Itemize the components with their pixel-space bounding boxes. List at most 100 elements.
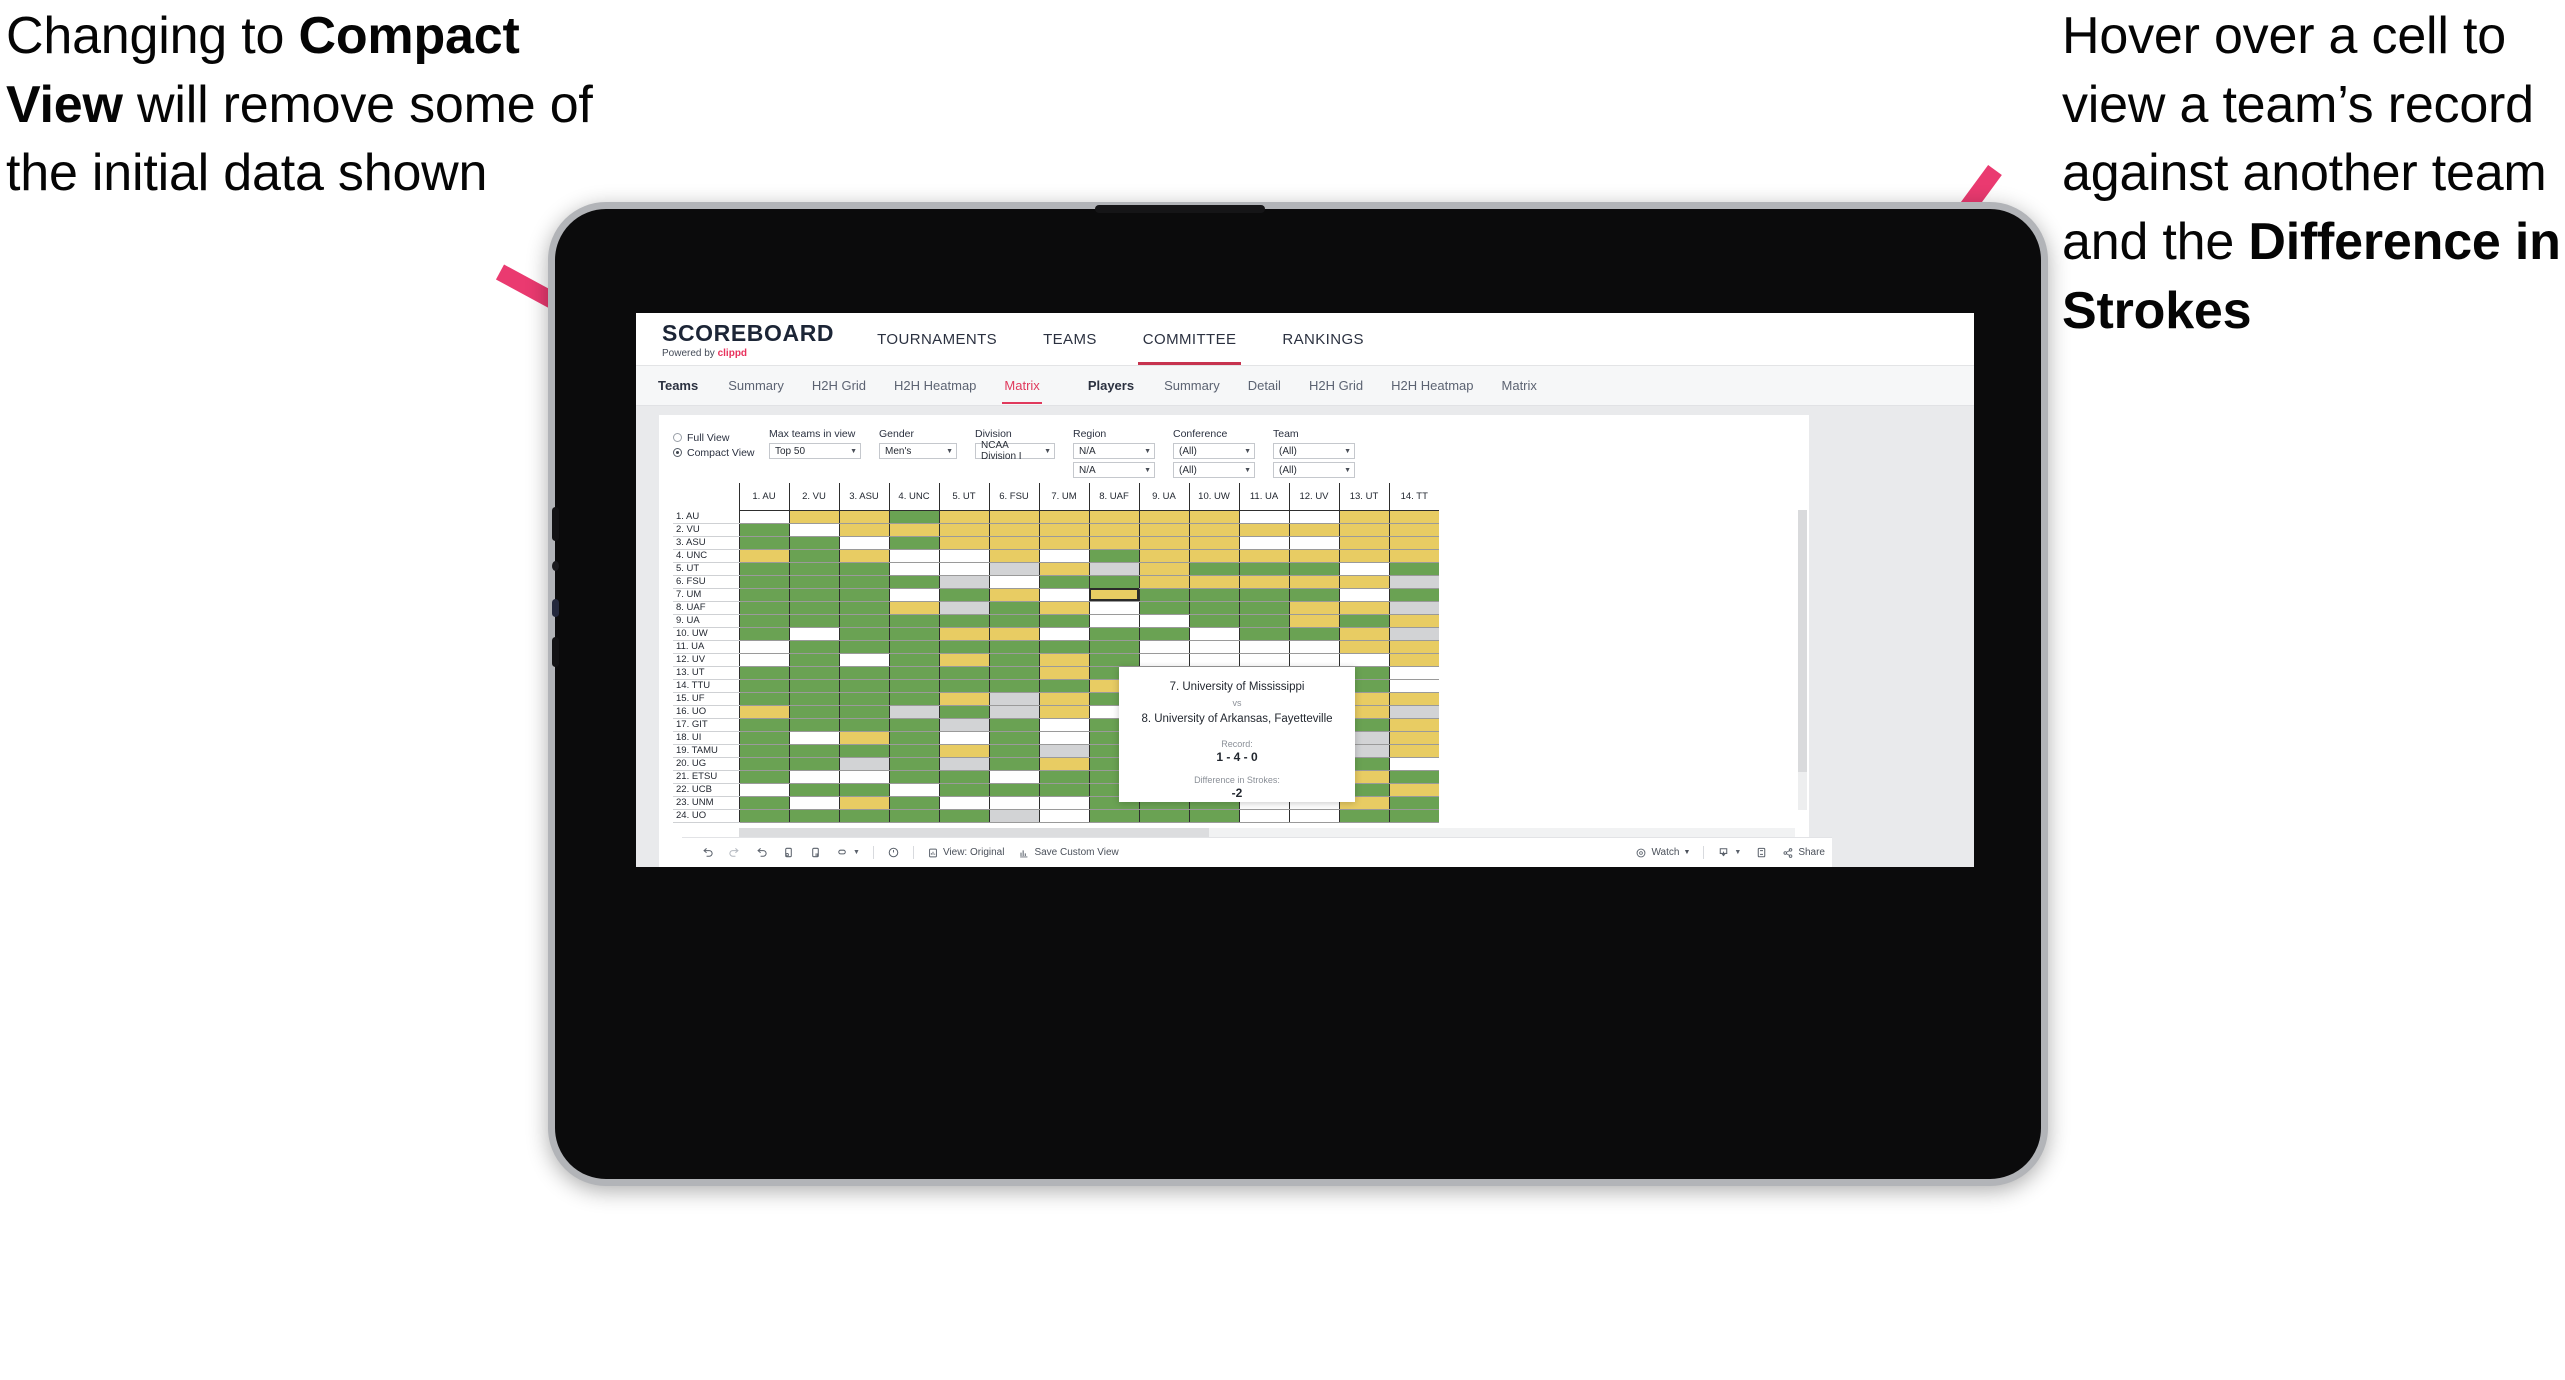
matrix-cell[interactable]: [788, 679, 839, 693]
matrix-cell[interactable]: [738, 549, 789, 563]
pause-updates-button[interactable]: [802, 846, 829, 859]
matrix-cell[interactable]: [738, 575, 789, 589]
matrix-cell[interactable]: [1188, 549, 1239, 563]
matrix-cell[interactable]: [1338, 627, 1389, 641]
matrix-cell[interactable]: [788, 536, 839, 550]
matrix-cell[interactable]: [888, 731, 939, 745]
matrix-cell[interactable]: [1288, 640, 1339, 654]
matrix-cell[interactable]: [988, 718, 1039, 732]
matrix-column-header[interactable]: 1. AU: [738, 483, 789, 511]
matrix-cell[interactable]: [1038, 744, 1089, 758]
matrix-cell[interactable]: [1338, 614, 1389, 628]
matrix-cell[interactable]: [1288, 536, 1339, 550]
matrix-cell[interactable]: [1038, 783, 1089, 797]
matrix-cell[interactable]: [1088, 601, 1139, 615]
matrix-cell[interactable]: [738, 731, 789, 745]
matrix-cell[interactable]: [1338, 575, 1389, 589]
matrix-cell[interactable]: [1038, 692, 1089, 706]
matrix-cell[interactable]: [838, 757, 889, 771]
matrix-cell[interactable]: [1188, 562, 1239, 576]
matrix-row-header[interactable]: 23. UNM: [673, 796, 739, 810]
matrix-cell[interactable]: [1188, 588, 1239, 602]
matrix-cell[interactable]: [888, 627, 939, 641]
subtab-players-h2h-grid[interactable]: H2H Grid: [1295, 378, 1377, 393]
matrix-cell[interactable]: [1038, 549, 1089, 563]
matrix-cell[interactable]: [1088, 627, 1139, 641]
matrix-column-header[interactable]: 8. UAF: [1088, 483, 1139, 511]
matrix-cell[interactable]: [838, 562, 889, 576]
matrix-cell[interactable]: [738, 718, 789, 732]
matrix-cell[interactable]: [938, 666, 989, 680]
matrix-cell[interactable]: [888, 562, 939, 576]
tablet-button-volume[interactable]: [552, 637, 559, 667]
matrix-cell[interactable]: [1088, 523, 1139, 537]
matrix-column-header[interactable]: 6. FSU: [988, 483, 1039, 511]
matrix-cell[interactable]: [1138, 536, 1189, 550]
matrix-cell[interactable]: [1038, 640, 1089, 654]
matrix-cell[interactable]: [1388, 744, 1439, 758]
matrix-row-header[interactable]: 3. ASU: [673, 536, 739, 550]
matrix-cell[interactable]: [888, 653, 939, 667]
matrix-cell[interactable]: [988, 549, 1039, 563]
watch-button[interactable]: Watch ▼: [1628, 847, 1697, 859]
matrix-cell[interactable]: [838, 640, 889, 654]
matrix-cell[interactable]: [1238, 523, 1289, 537]
matrix-row-header[interactable]: 22. UCB: [673, 783, 739, 797]
matrix-cell[interactable]: [738, 640, 789, 654]
nav-tab-teams[interactable]: TEAMS: [1020, 313, 1120, 365]
matrix-cell[interactable]: [938, 536, 989, 550]
matrix-cell[interactable]: [1388, 562, 1439, 576]
matrix-cell[interactable]: [888, 666, 939, 680]
matrix-cell[interactable]: [888, 757, 939, 771]
matrix-cell[interactable]: [788, 731, 839, 745]
matrix-cell[interactable]: [1038, 588, 1089, 602]
matrix-row-header[interactable]: 4. UNC: [673, 549, 739, 563]
matrix-cell[interactable]: [1388, 601, 1439, 615]
matrix-cell[interactable]: [1138, 653, 1189, 667]
matrix-cell[interactable]: [738, 523, 789, 537]
matrix-row-header[interactable]: 1. AU: [673, 510, 739, 524]
dropdown-region-1[interactable]: N/A ▼: [1073, 443, 1155, 459]
matrix-cell[interactable]: [988, 588, 1039, 602]
scrollbar-thumb-horizontal[interactable]: [739, 828, 1209, 837]
subtab-teams-summary[interactable]: Summary: [714, 378, 798, 393]
matrix-cell[interactable]: [1088, 562, 1139, 576]
matrix-cell[interactable]: [1238, 588, 1289, 602]
matrix-cell[interactable]: [1388, 731, 1439, 745]
matrix-cell[interactable]: [888, 692, 939, 706]
matrix-cell[interactable]: [1038, 666, 1089, 680]
matrix-column-header[interactable]: 11. UA: [1238, 483, 1289, 511]
matrix-cell[interactable]: [788, 640, 839, 654]
matrix-cell[interactable]: [888, 536, 939, 550]
radio-full-view[interactable]: Full View: [673, 430, 769, 445]
matrix-cell[interactable]: [788, 744, 839, 758]
matrix-cell[interactable]: [888, 796, 939, 810]
matrix-cell[interactable]: [988, 692, 1039, 706]
matrix-cell[interactable]: [1138, 549, 1189, 563]
matrix-row-header[interactable]: 5. UT: [673, 562, 739, 576]
matrix-cell[interactable]: [738, 744, 789, 758]
matrix-cell[interactable]: [1288, 588, 1339, 602]
matrix-cell[interactable]: [788, 757, 839, 771]
matrix-cell[interactable]: [1138, 627, 1189, 641]
matrix-cell[interactable]: [888, 523, 939, 537]
matrix-cell[interactable]: [938, 783, 989, 797]
matrix-cell[interactable]: [1138, 575, 1189, 589]
matrix-column-header[interactable]: 9. UA: [1138, 483, 1189, 511]
matrix-cell[interactable]: [988, 783, 1039, 797]
matrix-cell[interactable]: [738, 770, 789, 784]
matrix-cell[interactable]: [1088, 809, 1139, 823]
matrix-cell[interactable]: [788, 692, 839, 706]
matrix-row-header[interactable]: 2. VU: [673, 523, 739, 537]
matrix-cell[interactable]: [1038, 510, 1089, 524]
nav-tab-tournaments[interactable]: TOURNAMENTS: [854, 313, 1020, 365]
matrix-cell[interactable]: [1038, 601, 1089, 615]
matrix-cell[interactable]: [838, 666, 889, 680]
matrix-cell[interactable]: [1288, 601, 1339, 615]
matrix-cell[interactable]: [1188, 627, 1239, 641]
matrix-cell[interactable]: [1038, 718, 1089, 732]
matrix-cell[interactable]: [1388, 770, 1439, 784]
revert-button[interactable]: [748, 846, 775, 859]
matrix-row-header[interactable]: 19. TAMU: [673, 744, 739, 758]
matrix-cell[interactable]: [1038, 627, 1089, 641]
